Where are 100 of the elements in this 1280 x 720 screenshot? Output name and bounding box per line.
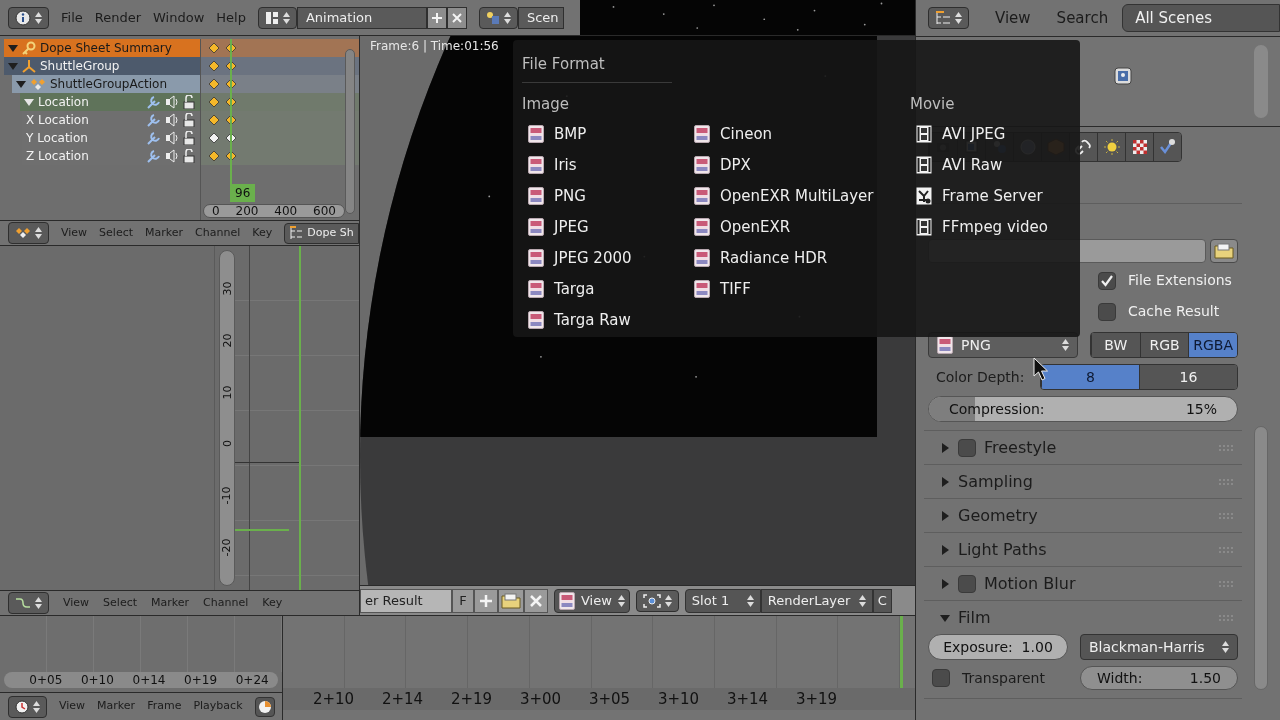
menu-item[interactable]: Targa Raw <box>522 304 688 336</box>
disclosure-triangle-icon[interactable] <box>16 79 26 89</box>
compression-slider[interactable]: Compression: 15% <box>928 396 1238 422</box>
disclosure-triangle-icon[interactable] <box>8 43 18 53</box>
disclosure-triangle-icon[interactable] <box>940 510 950 521</box>
menu-item[interactable]: Frame <box>147 698 182 715</box>
menu-item[interactable]: Window <box>153 7 205 28</box>
disclosure-triangle-icon[interactable] <box>940 476 950 487</box>
menu-item[interactable]: Select <box>103 594 138 612</box>
properties-tab[interactable] <box>1097 132 1125 161</box>
scrollbar[interactable] <box>345 49 355 214</box>
panel-header[interactable]: Geometry <box>924 499 1242 532</box>
menu-item[interactable]: Search <box>1056 6 1109 30</box>
menu-item[interactable]: AVI Raw <box>910 149 1071 181</box>
fake-user-button[interactable]: F <box>452 588 474 613</box>
disclosure-triangle-icon[interactable] <box>940 442 950 453</box>
scrollbar[interactable] <box>1254 426 1268 690</box>
properties-tab[interactable] <box>1153 132 1181 161</box>
properties-tab[interactable] <box>1125 132 1153 161</box>
color-mode-toggle[interactable]: BW <box>1091 333 1140 357</box>
layout-button[interactable] <box>257 6 297 29</box>
editor-type-button[interactable] <box>8 592 49 614</box>
new-image-button[interactable] <box>474 588 498 613</box>
scene-field[interactable]: Scen <box>517 6 564 29</box>
panel-checkbox[interactable] <box>958 574 976 593</box>
menu-item[interactable]: Channel <box>195 224 241 242</box>
slot-dropdown[interactable]: Slot 1 <box>684 588 761 613</box>
menu-item[interactable]: View <box>59 698 86 715</box>
checkbox[interactable] <box>1098 302 1116 321</box>
menu-item[interactable]: Iris <box>522 149 688 181</box>
menu-item[interactable]: Select <box>99 224 134 242</box>
close-button[interactable] <box>524 588 548 613</box>
panel-header[interactable]: Light Paths <box>924 533 1242 566</box>
menu-item[interactable]: Channel <box>203 594 249 612</box>
add-button[interactable] <box>426 6 447 29</box>
width-field[interactable]: Width: 1.50 <box>1080 666 1238 690</box>
editor-type-button[interactable] <box>8 695 47 718</box>
panel-header[interactable]: Freestyle <box>924 431 1242 464</box>
panel-header[interactable]: Sampling <box>924 465 1242 498</box>
channel-row[interactable]: Dope Sheet Summary <box>4 39 200 57</box>
open-image-button[interactable] <box>498 588 524 613</box>
color-mode-toggle[interactable]: RGB <box>1139 333 1189 357</box>
menu-item[interactable]: JPEG <box>522 211 688 243</box>
frame-ruler[interactable]: 0 200 400 600 <box>203 204 345 218</box>
menu-item[interactable]: Frame Server <box>910 180 1071 212</box>
channel-row[interactable]: ShuttleGroup <box>4 57 200 75</box>
menu-item[interactable]: TIFF <box>688 273 910 305</box>
menu-item[interactable]: BMP <box>522 118 688 150</box>
menu-item[interactable]: Marker <box>145 224 184 242</box>
keying-button[interactable] <box>254 696 275 717</box>
panel-header[interactable]: Film <box>924 601 1242 634</box>
layout-field[interactable]: Animation <box>296 6 427 29</box>
color-depth-toggle[interactable]: 16 <box>1139 365 1237 389</box>
view-dropdown[interactable]: View <box>554 588 630 613</box>
menu-item[interactable]: AVI JPEG <box>910 118 1071 150</box>
menu-item[interactable]: Key <box>262 594 283 612</box>
editor-type-button[interactable] <box>8 6 49 29</box>
channel-row[interactable]: Location <box>20 93 200 111</box>
menu-item[interactable]: File <box>61 7 83 28</box>
editor-type-button[interactable] <box>8 222 49 244</box>
menu-item[interactable]: Key <box>252 224 273 242</box>
disclosure-triangle-icon[interactable] <box>24 97 34 107</box>
mode-dropdown[interactable]: Dope Sh <box>284 222 359 244</box>
menu-item[interactable]: OpenEXR <box>688 211 910 243</box>
menu-item[interactable]: DPX <box>688 149 910 181</box>
exposure-field[interactable]: Exposure: 1.00 <box>928 634 1068 660</box>
filter-dropdown[interactable]: All Scenes <box>1122 4 1280 32</box>
checkbox[interactable] <box>932 669 950 687</box>
panel-header[interactable]: Motion Blur <box>924 567 1242 600</box>
layer-dropdown[interactable]: RenderLayer <box>760 588 873 613</box>
color-mode-toggle[interactable]: RGBA <box>1188 333 1237 357</box>
menu-item[interactable]: PNG <box>522 180 688 212</box>
close-button[interactable] <box>446 6 467 29</box>
menu-item[interactable]: Radiance HDR <box>688 242 910 274</box>
pass-dropdown[interactable]: C <box>872 588 892 613</box>
menu-item[interactable]: Marker <box>97 698 136 715</box>
disclosure-triangle-icon[interactable] <box>940 578 950 589</box>
menu-item[interactable]: Render <box>94 7 142 28</box>
menu-item[interactable]: OpenEXR MultiLayer <box>688 180 910 212</box>
menu-item[interactable]: Targa <box>522 273 688 305</box>
color-depth-toggle[interactable]: 8 <box>1041 365 1139 389</box>
editor-type-button[interactable] <box>928 7 969 29</box>
disclosure-triangle-icon[interactable] <box>940 612 950 623</box>
menu-item[interactable]: Playback <box>193 698 243 715</box>
channel-row[interactable]: ShuttleGroupAction <box>12 75 200 93</box>
scene-button[interactable] <box>478 6 518 29</box>
menu-item[interactable]: Cineon <box>688 118 910 150</box>
filter-dropdown[interactable]: Blackman-Harris <box>1080 634 1238 660</box>
menu-item[interactable]: View <box>61 224 88 242</box>
menu-item[interactable]: FFmpeg video <box>910 211 1071 243</box>
menu-item[interactable]: JPEG 2000 <box>522 242 688 274</box>
disclosure-triangle-icon[interactable] <box>8 61 18 71</box>
menu-item[interactable]: View <box>995 6 1031 30</box>
menu-item[interactable]: View <box>63 594 90 612</box>
checkbox[interactable] <box>1098 271 1116 290</box>
folder-button[interactable] <box>1210 239 1238 263</box>
menu-item[interactable]: Help <box>216 7 246 28</box>
menu-item[interactable]: Marker <box>151 594 190 612</box>
disclosure-triangle-icon[interactable] <box>940 544 950 555</box>
panel-checkbox[interactable] <box>958 438 976 457</box>
